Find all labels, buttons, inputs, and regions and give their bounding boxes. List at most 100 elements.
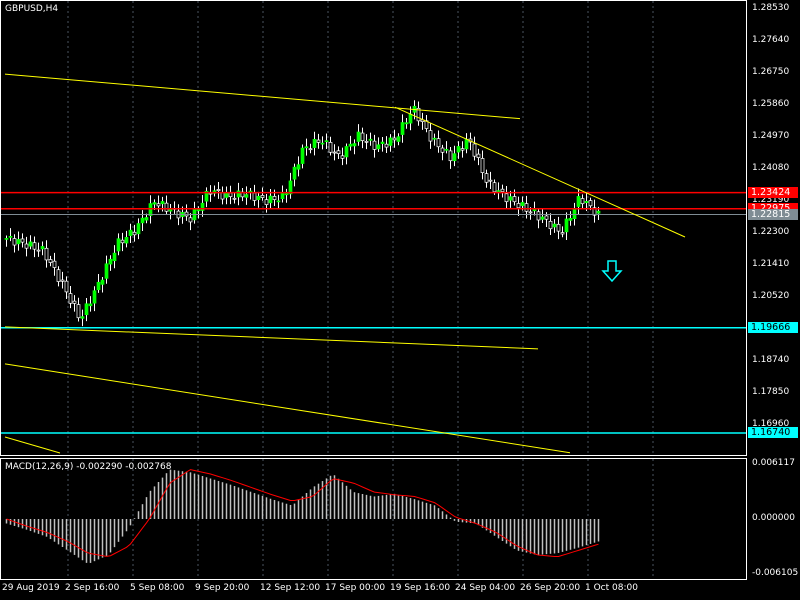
bull-candle [352, 143, 357, 147]
bear-candle [24, 243, 29, 249]
bear-candle [164, 202, 169, 212]
chart-window[interactable]: GBPUSD,H4 MACD(12,26,9) -0.002290 -0.002… [0, 0, 800, 600]
bull-candle [104, 263, 109, 279]
bull-candle [40, 246, 45, 250]
bull-candle [300, 147, 305, 164]
bear-candle [316, 139, 321, 143]
bear-candle [252, 192, 257, 201]
bear-candle [472, 143, 477, 157]
bull-candle [144, 217, 149, 221]
bear-candle [588, 200, 593, 207]
bear-candle [328, 142, 333, 153]
bull-candle [196, 209, 201, 212]
bear-candle [32, 242, 37, 250]
bear-candle [216, 189, 221, 192]
bear-candle [336, 150, 341, 154]
bull-candle [160, 201, 165, 205]
sell-arrow-icon [601, 260, 623, 283]
price-axis-label: 1.28530 [752, 3, 790, 13]
bull-candle [452, 153, 457, 162]
chart-canvas[interactable] [0, 0, 800, 600]
bear-candle [364, 140, 369, 143]
bear-candle [436, 138, 441, 148]
bear-candle [264, 199, 269, 205]
bear-candle [440, 147, 445, 153]
bull-candle [404, 122, 409, 125]
bear-candle [580, 198, 585, 205]
bull-candle [552, 223, 557, 228]
bull-candle [280, 192, 285, 200]
bull-candle [376, 144, 381, 150]
bull-candle [540, 216, 545, 220]
bear-candle [500, 188, 505, 192]
price-axis-label: 1.24080 [752, 163, 790, 174]
price-axis-label: 1.20520 [752, 291, 790, 302]
bear-candle [512, 196, 517, 203]
bull-candle [380, 141, 385, 144]
bull-candle [456, 146, 461, 153]
bear-candle [548, 220, 553, 230]
price-axis-label: 1.24970 [752, 131, 790, 142]
bull-candle [148, 203, 153, 216]
bull-candle [596, 210, 601, 214]
bull-candle [224, 192, 229, 198]
bull-candle [256, 195, 261, 200]
bull-candle [108, 258, 113, 265]
bear-candle [228, 192, 233, 198]
bull-candle [356, 131, 361, 142]
bear-candle [340, 155, 345, 159]
bear-candle [60, 279, 65, 282]
bull-candle [88, 303, 93, 307]
bull-candle [4, 238, 9, 240]
bull-candle [100, 279, 105, 285]
bear-candle [488, 179, 493, 182]
bull-candle [348, 143, 353, 147]
bear-candle [384, 143, 389, 148]
bear-candle [272, 196, 277, 200]
bull-candle [532, 209, 537, 212]
price-tag: 1.22815 [748, 208, 798, 220]
bull-candle [112, 252, 117, 262]
bear-candle [72, 300, 77, 304]
bull-candle [464, 139, 469, 150]
bear-candle [232, 197, 237, 200]
main-pane-frame [0, 0, 747, 456]
bear-candle [132, 231, 137, 236]
bull-candle [236, 190, 241, 198]
bull-candle [576, 196, 581, 207]
bull-candle [444, 148, 449, 151]
bull-candle [128, 229, 133, 236]
bear-candle [524, 203, 529, 212]
bear-candle [528, 211, 533, 214]
bull-candle [408, 113, 413, 124]
bull-candle [116, 238, 121, 252]
bull-candle [16, 239, 21, 245]
bear-candle [332, 151, 337, 154]
bear-candle [560, 232, 565, 235]
price-axis-label: 1.22300 [752, 227, 790, 238]
macd-axis-label: -0.006105 [752, 567, 799, 578]
bull-candle [564, 218, 569, 233]
price-axis-label: 1.26750 [752, 67, 790, 77]
bear-candle [484, 173, 489, 183]
bull-candle [80, 316, 85, 319]
price-axis-label: 1.21410 [752, 259, 790, 270]
price-tag: 1.23424 [748, 186, 798, 198]
bull-candle [344, 146, 349, 158]
bull-candle [396, 136, 401, 142]
bear-candle [20, 238, 25, 243]
bull-candle [572, 207, 577, 219]
bull-candle [84, 303, 89, 316]
time-axis-label: 29 Aug 2019 [2, 583, 60, 593]
bear-candle [372, 140, 377, 150]
price-axis-label: 1.17850 [752, 387, 790, 398]
price-axis-label: 1.27640 [752, 35, 790, 45]
bear-candle [460, 148, 465, 151]
bear-candle [448, 150, 453, 162]
bear-candle [48, 259, 53, 263]
bull-candle [296, 164, 301, 170]
bear-candle [504, 193, 509, 203]
bull-candle [508, 196, 513, 201]
bear-candle [188, 217, 193, 223]
bear-candle [492, 182, 497, 193]
